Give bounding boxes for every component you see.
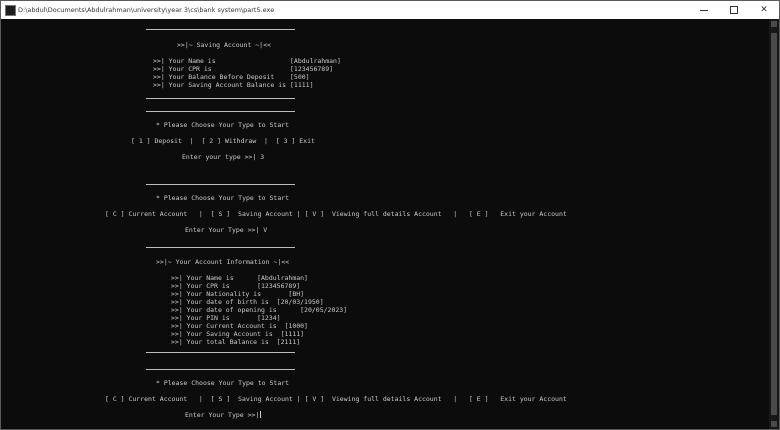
saving-name-value: [Abdulrahman] bbox=[290, 57, 341, 65]
menu2-input: Enter Your Type >>| V bbox=[185, 226, 268, 234]
console-output[interactable]: >>|~ Saving Account ~|<< >>| Your Name i… bbox=[1, 19, 769, 429]
saving-name-label: >>| Your Name is bbox=[153, 57, 216, 65]
minimize-icon bbox=[700, 9, 708, 11]
saving-balance-value: [1111] bbox=[290, 81, 314, 89]
menu3-options: [ C ] Current Account | [ S ] Saving Acc… bbox=[105, 395, 567, 403]
menu2-options: [ C ] Current Account | [ S ] Saving Acc… bbox=[105, 210, 567, 218]
info-line: >>| Your Nationality is [BH] bbox=[171, 290, 305, 298]
info-header: >>|~ Your Account Information ~|<< bbox=[156, 258, 290, 266]
info-line: >>| Your date of birth is [20/03/1950] bbox=[171, 298, 324, 306]
info-line: >>| Your CPR is [123456789] bbox=[171, 282, 301, 290]
vertical-scrollbar[interactable] bbox=[769, 19, 779, 429]
divider bbox=[146, 247, 295, 248]
info-line: >>| Your Current Account is [1000] bbox=[171, 322, 308, 330]
menu3-input-line[interactable]: Enter Your Type >>| bbox=[185, 411, 262, 419]
close-icon: ✕ bbox=[760, 5, 768, 15]
saving-balance-label: >>| Your Saving Account Balance is bbox=[153, 81, 287, 89]
divider bbox=[146, 111, 295, 112]
scroll-down-arrow-icon[interactable] bbox=[771, 421, 777, 427]
menu1-input: Enter your type >>| 3 bbox=[182, 153, 265, 161]
info-line: >>| Your total Balance is [2111] bbox=[171, 338, 301, 346]
menu1-options: [ 1 ] Deposit | [ 2 ] Withdraw | [ 3 ] E… bbox=[131, 137, 315, 145]
info-line: >>| Your PIN is [1234] bbox=[171, 314, 281, 322]
scrollbar-thumb[interactable] bbox=[771, 33, 777, 415]
text-cursor bbox=[260, 411, 262, 418]
menu2-prompt: * Please Choose Your Type to Start bbox=[156, 194, 290, 202]
divider bbox=[146, 29, 295, 30]
saving-balance-before-value: [500] bbox=[290, 73, 310, 81]
window-title: D:\abdul\Documents\Abdulrahman\universit… bbox=[18, 6, 275, 14]
divider bbox=[146, 369, 295, 370]
menu3-input: Enter Your Type >>| bbox=[185, 411, 260, 419]
title-bar[interactable]: D:\abdul\Documents\Abdulrahman\universit… bbox=[1, 1, 779, 19]
saving-cpr-label: >>| Your CPR is bbox=[153, 65, 212, 73]
minimize-button[interactable] bbox=[689, 1, 719, 19]
divider bbox=[146, 184, 295, 185]
info-line: >>| Your Name is [Abdulrahman] bbox=[171, 274, 308, 282]
saving-header: >>|~ Saving Account ~|<< bbox=[177, 41, 271, 49]
info-line: >>| Your date of opening is [20/05/2023] bbox=[171, 306, 348, 314]
console-window: D:\abdul\Documents\Abdulrahman\universit… bbox=[0, 0, 780, 430]
menu1-prompt: * Please Choose Your Type to Start bbox=[156, 121, 290, 129]
divider bbox=[146, 98, 295, 99]
maximize-button[interactable] bbox=[719, 1, 749, 19]
scroll-up-arrow-icon[interactable] bbox=[771, 21, 777, 27]
maximize-icon bbox=[730, 6, 738, 14]
close-button[interactable]: ✕ bbox=[749, 1, 779, 19]
console-app-icon bbox=[5, 5, 16, 16]
saving-cpr-value: [123456789] bbox=[290, 65, 334, 73]
info-line: >>| Your Saving Account is [1111] bbox=[171, 330, 305, 338]
divider bbox=[146, 352, 295, 353]
saving-balance-before-label: >>| Your Balance Before Deposit bbox=[153, 73, 275, 81]
menu3-prompt: * Please Choose Your Type to Start bbox=[156, 379, 290, 387]
